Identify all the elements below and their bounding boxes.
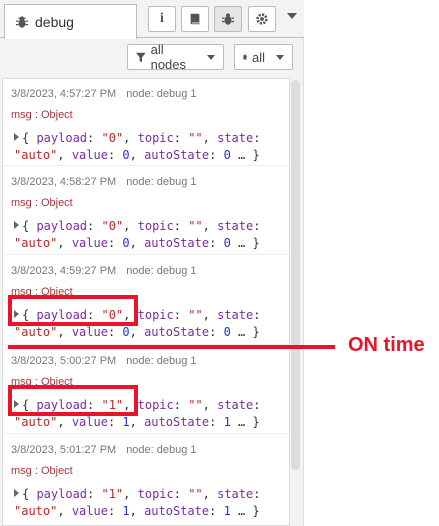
- filter-row: all nodes all: [0, 38, 304, 76]
- message-meta: 3/8/2023, 4:57:27 PM node: debug 1: [11, 88, 197, 100]
- payload-value: "0": [101, 131, 124, 145]
- value-value: 1: [122, 504, 130, 518]
- debug-message[interactable]: 3/8/2023, 5:01:27 PM node: debug 1 msg : …: [3, 435, 289, 525]
- message-meta: 3/8/2023, 5:01:27 PM node: debug 1: [11, 444, 197, 456]
- tab-debug-label: debug: [35, 14, 74, 30]
- value-value: 0: [122, 325, 130, 339]
- filter-icon: [136, 52, 146, 62]
- payload-value: "1": [101, 487, 124, 501]
- topic-value: "": [188, 398, 203, 412]
- topic-value: "": [188, 131, 203, 145]
- scrollbar[interactable]: [291, 80, 300, 470]
- chevron-down-icon[interactable]: [287, 13, 297, 19]
- message-meta: 3/8/2023, 4:58:27 PM node: debug 1: [11, 176, 197, 188]
- autostate-value: 1: [223, 504, 231, 518]
- highlight-box-payload-0: [8, 295, 138, 326]
- filter-nodes-label: all nodes: [150, 42, 187, 72]
- value-value: 1: [122, 415, 130, 429]
- bug-icon: [221, 13, 235, 25]
- message-timestamp: 3/8/2023, 4:58:27 PM: [11, 176, 117, 188]
- message-timestamp: 3/8/2023, 4:59:27 PM: [11, 265, 117, 277]
- expand-triangle-icon[interactable]: [14, 133, 19, 141]
- on-time-label: ON time: [348, 334, 425, 356]
- expand-triangle-icon[interactable]: [14, 489, 19, 497]
- bug-icon: [15, 16, 29, 28]
- message-type: msg : Object: [11, 197, 73, 209]
- state-value: "auto": [14, 148, 58, 162]
- message-node[interactable]: node: debug 1: [126, 265, 196, 277]
- state-value: "auto": [14, 504, 58, 518]
- message-node[interactable]: node: debug 1: [126, 444, 196, 456]
- debug-message[interactable]: 3/8/2023, 4:57:27 PM node: debug 1 msg : …: [3, 79, 289, 166]
- chevron-down-icon: [207, 54, 215, 60]
- state-value: "auto": [14, 325, 58, 339]
- expand-triangle-icon[interactable]: [14, 221, 19, 229]
- state-value: "auto": [14, 415, 58, 429]
- tab-debug[interactable]: debug: [4, 4, 137, 39]
- debug-button[interactable]: [214, 6, 242, 32]
- message-node[interactable]: node: debug 1: [126, 88, 196, 100]
- message-object[interactable]: { payload: "0", topic: "", state: "auto"…: [14, 130, 260, 164]
- message-node[interactable]: node: debug 1: [126, 176, 196, 188]
- autostate-value: 1: [223, 415, 231, 429]
- message-type: msg : Object: [11, 465, 73, 477]
- info-button[interactable]: i: [148, 6, 176, 32]
- message-meta: 3/8/2023, 5:00:27 PM node: debug 1: [11, 355, 197, 367]
- topic-value: "": [188, 219, 203, 233]
- clear-messages-dropdown[interactable]: all: [234, 44, 293, 70]
- annotation-line: [8, 345, 335, 349]
- filter-nodes-dropdown[interactable]: all nodes: [127, 42, 224, 72]
- value-value: 0: [122, 148, 130, 162]
- highlight-box-payload-1: [8, 385, 138, 416]
- payload-value: "0": [101, 219, 124, 233]
- state-value: "auto": [14, 236, 58, 250]
- settings-button[interactable]: [248, 6, 276, 32]
- info-icon: i: [160, 11, 164, 26]
- topic-value: "": [188, 308, 203, 322]
- gear-icon: [256, 13, 268, 25]
- value-value: 0: [122, 236, 130, 250]
- message-type: msg : Object: [11, 109, 73, 121]
- message-meta: 3/8/2023, 4:59:27 PM node: debug 1: [11, 265, 197, 277]
- message-timestamp: 3/8/2023, 5:01:27 PM: [11, 444, 117, 456]
- message-object[interactable]: { payload: "1", topic: "", state: "auto"…: [14, 486, 260, 520]
- message-timestamp: 3/8/2023, 5:00:27 PM: [11, 355, 117, 367]
- help-button[interactable]: [181, 6, 209, 32]
- message-node[interactable]: node: debug 1: [126, 355, 196, 367]
- tab-bar: debug i: [0, 0, 304, 39]
- message-timestamp: 3/8/2023, 4:57:27 PM: [11, 88, 117, 100]
- autostate-value: 0: [223, 236, 231, 250]
- book-icon: [190, 13, 200, 25]
- autostate-value: 0: [223, 148, 231, 162]
- autostate-value: 0: [223, 325, 231, 339]
- trash-icon: [243, 54, 247, 60]
- chevron-down-icon: [276, 54, 284, 60]
- debug-message[interactable]: 3/8/2023, 4:58:27 PM node: debug 1 msg : …: [3, 167, 289, 255]
- topic-value: "": [188, 487, 203, 501]
- debug-sidebar: debug i all nodes all 3/8/2023, 4:57:27 …: [0, 0, 304, 526]
- message-object[interactable]: { payload: "0", topic: "", state: "auto"…: [14, 218, 260, 252]
- clear-label: all: [251, 49, 265, 65]
